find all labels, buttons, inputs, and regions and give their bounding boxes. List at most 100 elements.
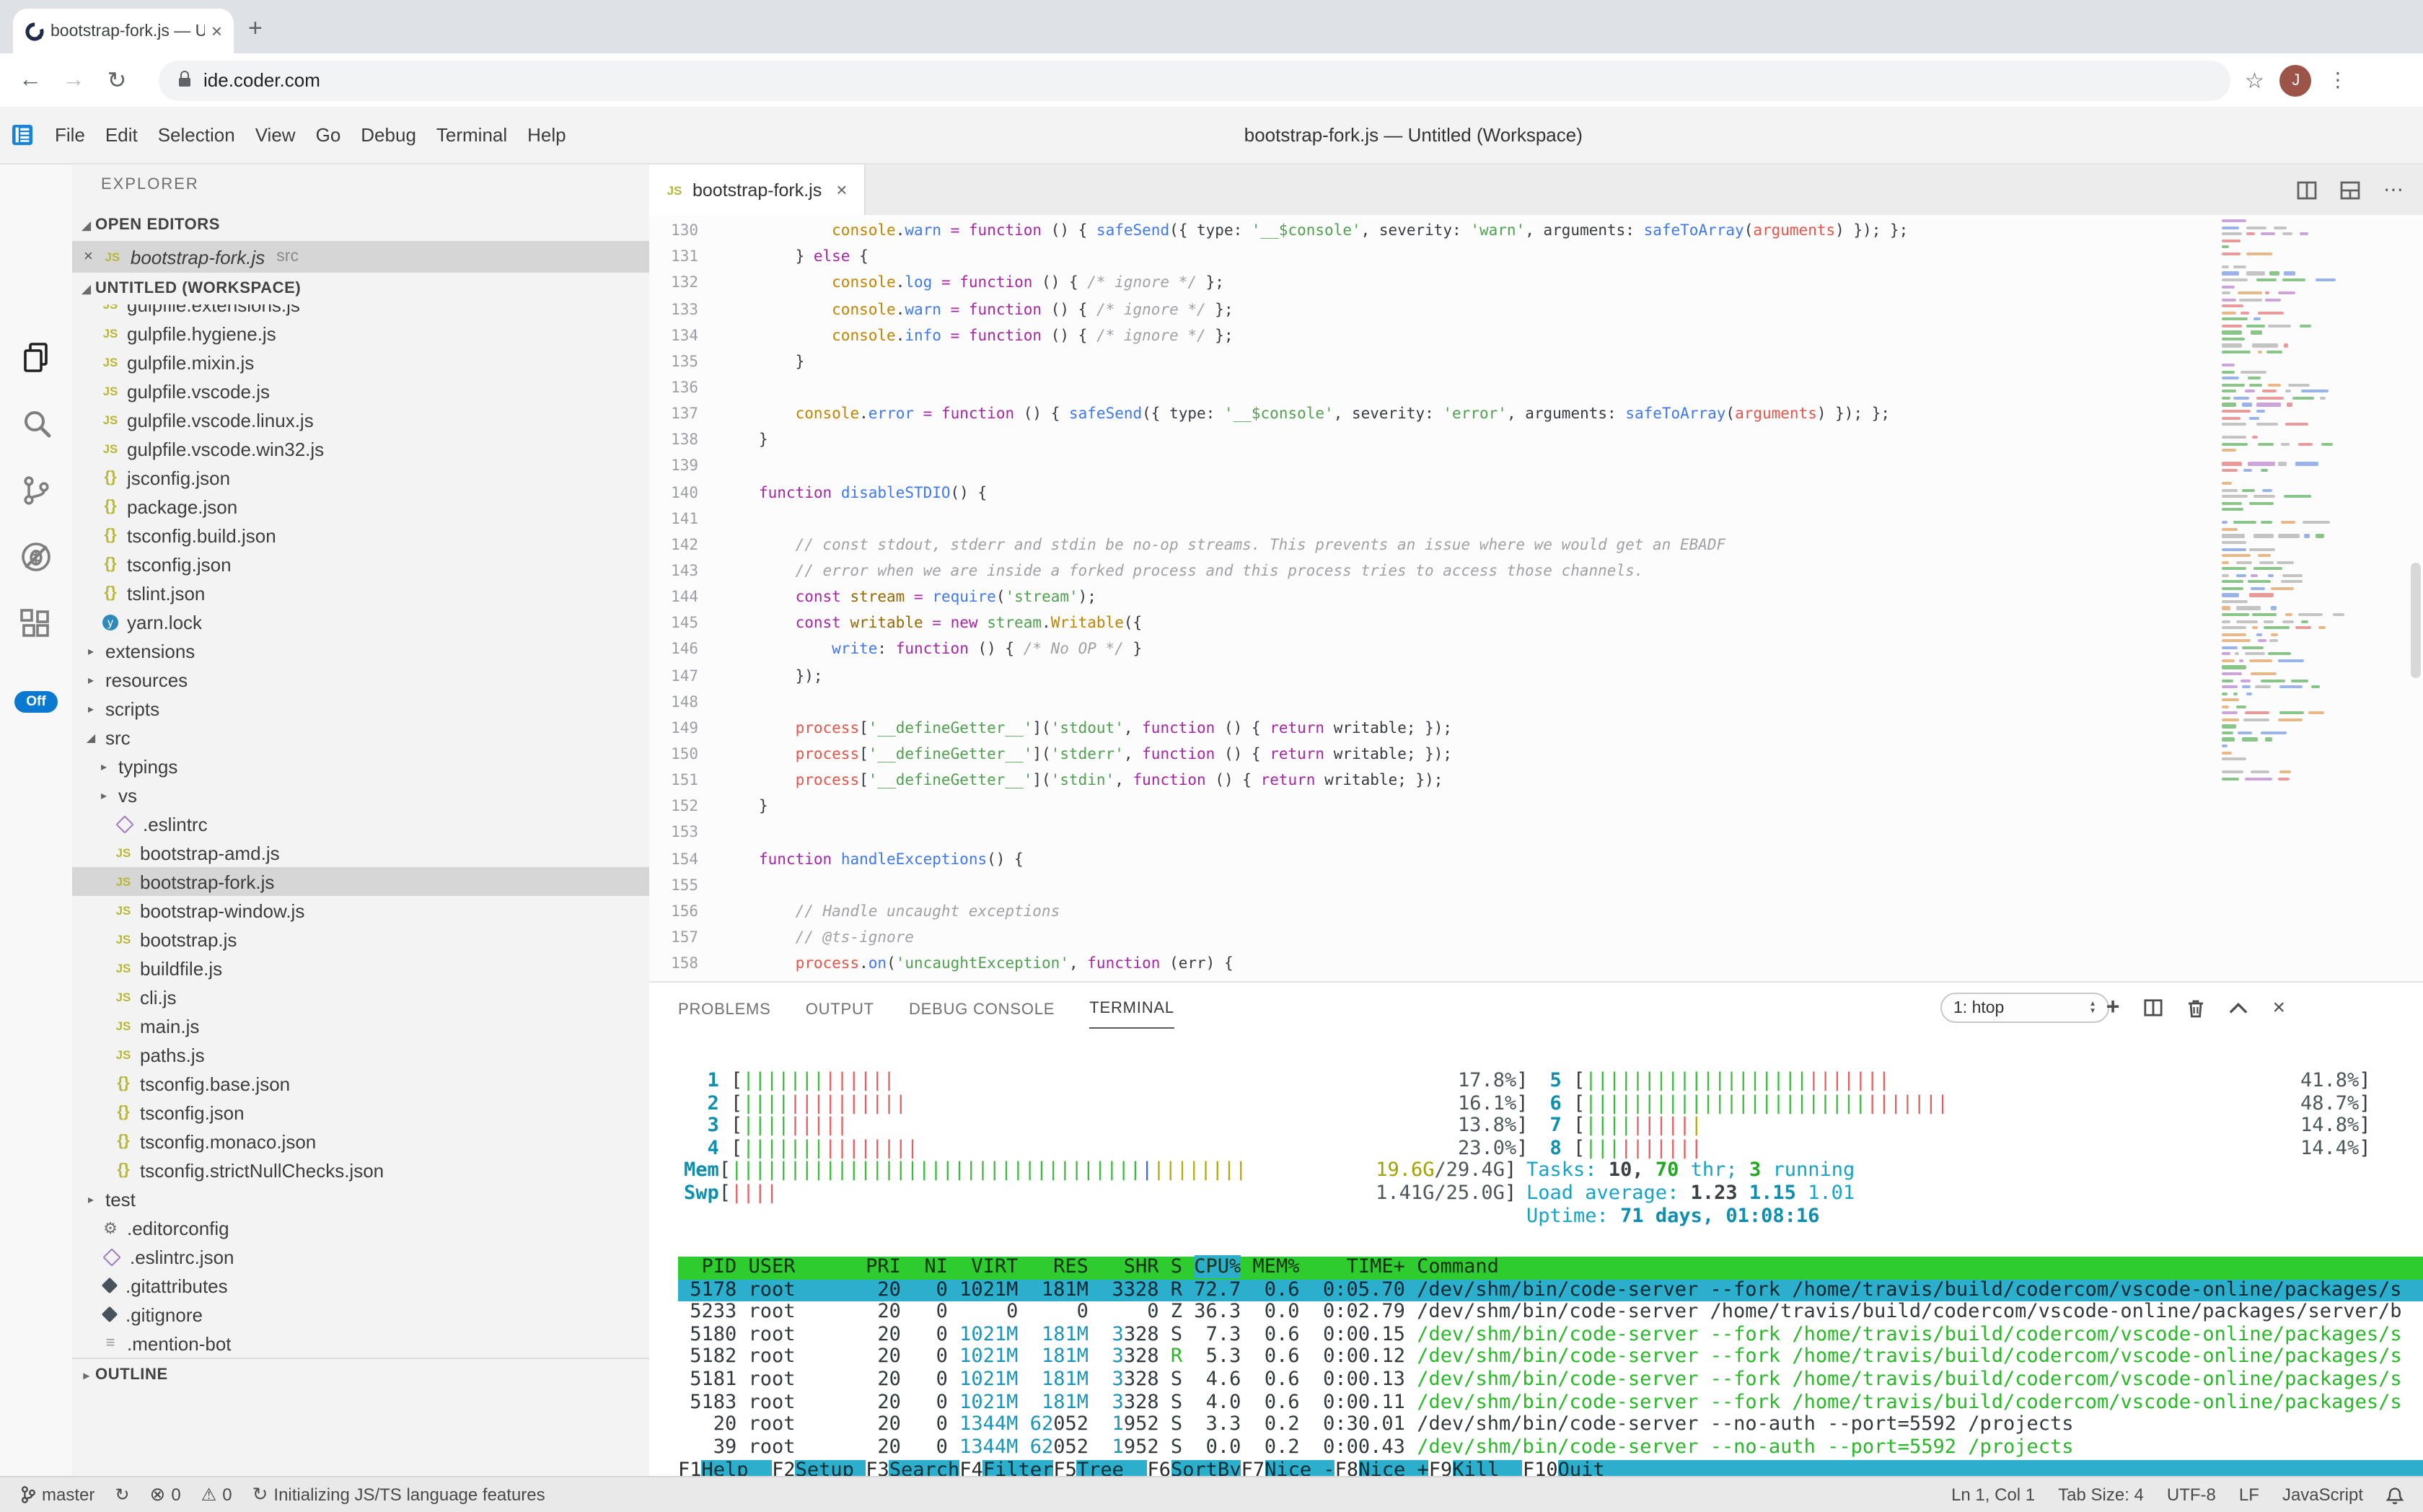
branch-indicator[interactable]: master xyxy=(20,1485,94,1505)
kill-terminal-icon[interactable] xyxy=(2187,998,2204,1018)
tree-item-tsconfig.strictNullChecks.json[interactable]: {}tsconfig.strictNullChecks.json xyxy=(72,1156,649,1184)
tree-item-extensions[interactable]: ▸extensions xyxy=(72,636,649,665)
error-indicator[interactable]: ⊗0 xyxy=(150,1483,181,1506)
tree-item-gulpfile.vscode.js[interactable]: JSgulpfile.vscode.js xyxy=(72,377,649,405)
code-line-152[interactable]: 152} xyxy=(649,794,2217,819)
htop-process-row[interactable]: 5182 root 20 0 1021M 181M 3328 R 5.3 0.6… xyxy=(678,1347,2423,1369)
htop-table-header[interactable]: PID USER PRI NI VIRT RES SHR S CPU% MEM%… xyxy=(678,1257,2423,1279)
explorer-icon[interactable] xyxy=(19,340,53,375)
htop-process-row[interactable]: 5181 root 20 0 1021M 181M 3328 S 4.6 0.6… xyxy=(678,1369,2423,1392)
tree-item-.mention-bot[interactable]: ≡.mention-bot xyxy=(72,1329,649,1358)
tree-item-tsconfig.build.json[interactable]: {}tsconfig.build.json xyxy=(72,521,649,550)
code-line-139[interactable]: 139 xyxy=(649,454,2217,480)
tree-item-jsconfig.json[interactable]: {}jsconfig.json xyxy=(72,463,649,492)
editor-tab-active[interactable]: JS bootstrap-fork.js × xyxy=(649,164,866,215)
code-line-130[interactable]: 130 console.warn = function () { safeSen… xyxy=(649,218,2217,244)
browser-avatar[interactable]: J xyxy=(2280,64,2312,96)
code-line-140[interactable]: 140function disableSTDIO() { xyxy=(649,480,2217,506)
tree-item-bootstrap-fork.js[interactable]: JSbootstrap-fork.js xyxy=(72,867,649,896)
code-line-138[interactable]: 138} xyxy=(649,428,2217,454)
more-actions-icon[interactable]: ⋯ xyxy=(2383,177,2404,202)
menu-go[interactable]: Go xyxy=(306,124,351,146)
status-utf-8[interactable]: UTF-8 xyxy=(2167,1485,2216,1505)
warning-indicator[interactable]: ⚠0 xyxy=(201,1485,232,1505)
tree-item-bootstrap-window.js[interactable]: JSbootstrap-window.js xyxy=(72,896,649,925)
tree-item-bootstrap-amd.js[interactable]: JSbootstrap-amd.js xyxy=(72,838,649,867)
editor-layout-icon[interactable] xyxy=(2340,180,2360,200)
htop-process-row[interactable]: 5180 root 20 0 1021M 181M 3328 S 7.3 0.6… xyxy=(678,1324,2423,1347)
split-terminal-icon[interactable] xyxy=(2144,998,2163,1017)
tree-item-tsconfig.json[interactable]: {}tsconfig.json xyxy=(72,550,649,579)
status-lf[interactable]: LF xyxy=(2239,1485,2259,1505)
terminal-selector[interactable]: 1: htop ▲▼ xyxy=(1940,993,2109,1023)
workspace-header[interactable]: ◢ UNTITLED (WORKSPACE) xyxy=(72,273,649,304)
editor-tab-close-icon[interactable]: × xyxy=(836,179,847,201)
url-bar[interactable]: ide.coder.com xyxy=(159,60,2230,100)
bookmark-star-icon[interactable]: ☆ xyxy=(2245,67,2264,93)
notifications-bell-icon[interactable] xyxy=(2386,1485,2404,1504)
htop-process-row[interactable]: 5183 root 20 0 1021M 181M 3328 S 4.0 0.6… xyxy=(678,1392,2423,1414)
browser-menu-icon[interactable]: ⋮ xyxy=(2328,68,2348,92)
code-line-132[interactable]: 132 console.log = function () { /* ignor… xyxy=(649,271,2217,296)
menu-help[interactable]: Help xyxy=(517,124,576,146)
tree-item-.editorconfig[interactable]: ⚙.editorconfig xyxy=(72,1213,649,1242)
code-line-147[interactable]: 147 }); xyxy=(649,663,2217,689)
status-tab-size-4[interactable]: Tab Size: 4 xyxy=(2058,1485,2144,1505)
tab-close-icon[interactable]: × xyxy=(211,22,222,40)
tree-item-.gitignore[interactable]: .gitignore xyxy=(72,1300,649,1329)
status-javascript[interactable]: JavaScript xyxy=(2282,1485,2363,1505)
code-line-144[interactable]: 144 const stream = require('stream'); xyxy=(649,584,2217,610)
code-line-134[interactable]: 134 console.info = function () { /* igno… xyxy=(649,322,2217,348)
open-editor-item[interactable]: × JS bootstrap-fork.js src xyxy=(72,241,649,273)
code-line-133[interactable]: 133 console.warn = function () { /* igno… xyxy=(649,296,2217,322)
tree-item-.eslintrc.json[interactable]: .eslintrc.json xyxy=(72,1242,649,1271)
code-line-143[interactable]: 143 // error when we are inside a forked… xyxy=(649,558,2217,584)
close-panel-icon[interactable]: × xyxy=(2272,995,2285,1020)
tree-item-resources[interactable]: ▸resources xyxy=(72,665,649,694)
tree-item-tsconfig.base.json[interactable]: {}tsconfig.base.json xyxy=(72,1069,649,1098)
tree-item-test[interactable]: ▸test xyxy=(72,1184,649,1213)
maximize-panel-icon[interactable] xyxy=(2229,1001,2248,1014)
code-line-150[interactable]: 150 process['__defineGetter__']('stderr'… xyxy=(649,742,2217,768)
tree-item-gulpfile.hygiene.js[interactable]: JSgulpfile.hygiene.js xyxy=(72,319,649,348)
tree-item-.eslintrc[interactable]: .eslintrc xyxy=(72,809,649,838)
code-line-157[interactable]: 157 // @ts-ignore xyxy=(649,925,2217,951)
off-badge[interactable]: Off xyxy=(14,691,58,713)
code-line-145[interactable]: 145 const writable = new stream.Writable… xyxy=(649,611,2217,637)
terminal[interactable]: 1 [||||||||||||| 17.8%] 2 [|||||||||||||… xyxy=(649,1033,2423,1477)
panel-tab-debug-console[interactable]: DEBUG CONSOLE xyxy=(909,988,1055,1028)
forward-icon[interactable]: → xyxy=(52,67,95,93)
menu-edit[interactable]: Edit xyxy=(95,124,148,146)
code-line-153[interactable]: 153 xyxy=(649,820,2217,846)
panel-tab-output[interactable]: OUTPUT xyxy=(806,988,874,1028)
status-ln-1-col-1[interactable]: Ln 1, Col 1 xyxy=(1951,1485,2035,1505)
split-editor-icon[interactable] xyxy=(2297,180,2317,200)
tree-item-cli.js[interactable]: JScli.js xyxy=(72,983,649,1011)
tree-item-gulpfile.vscode.linux.js[interactable]: JSgulpfile.vscode.linux.js xyxy=(72,405,649,434)
app-logo-icon[interactable] xyxy=(12,124,33,146)
panel-tab-terminal[interactable]: TERMINAL xyxy=(1089,987,1174,1029)
tree-item-package.json[interactable]: {}package.json xyxy=(72,492,649,521)
htop-fkey-bar[interactable]: F1Help F2Setup F3SearchF4FilterF5Tree F6… xyxy=(678,1460,2423,1477)
debug-icon[interactable] xyxy=(19,540,53,574)
code-line-148[interactable]: 148 xyxy=(649,689,2217,715)
close-icon[interactable]: × xyxy=(84,248,93,265)
back-icon[interactable]: ← xyxy=(9,67,52,93)
menu-terminal[interactable]: Terminal xyxy=(426,124,517,146)
code-line-141[interactable]: 141 xyxy=(649,506,2217,532)
minimap[interactable] xyxy=(2217,215,2405,806)
extensions-icon[interactable] xyxy=(19,607,53,642)
tree-item-gulpfile.extensions.js[interactable]: JSgulpfile.extensions.js xyxy=(72,304,649,319)
menu-view[interactable]: View xyxy=(245,124,306,146)
tree-item-bootstrap.js[interactable]: JSbootstrap.js xyxy=(72,925,649,954)
code-line-154[interactable]: 154function handleExceptions() { xyxy=(649,846,2217,872)
source-control-icon[interactable] xyxy=(19,473,53,508)
code-line-155[interactable]: 155 xyxy=(649,872,2217,898)
open-editors-header[interactable]: ◢ OPEN EDITORS xyxy=(72,209,649,241)
editor-scrollbar[interactable] xyxy=(2411,563,2421,678)
tree-item-paths.js[interactable]: JSpaths.js xyxy=(72,1040,649,1069)
reload-icon[interactable]: ↻ xyxy=(95,66,138,94)
code-line-137[interactable]: 137 console.error = function () { safeSe… xyxy=(649,401,2217,427)
code-line-135[interactable]: 135 } xyxy=(649,349,2217,375)
search-icon[interactable] xyxy=(19,407,53,441)
